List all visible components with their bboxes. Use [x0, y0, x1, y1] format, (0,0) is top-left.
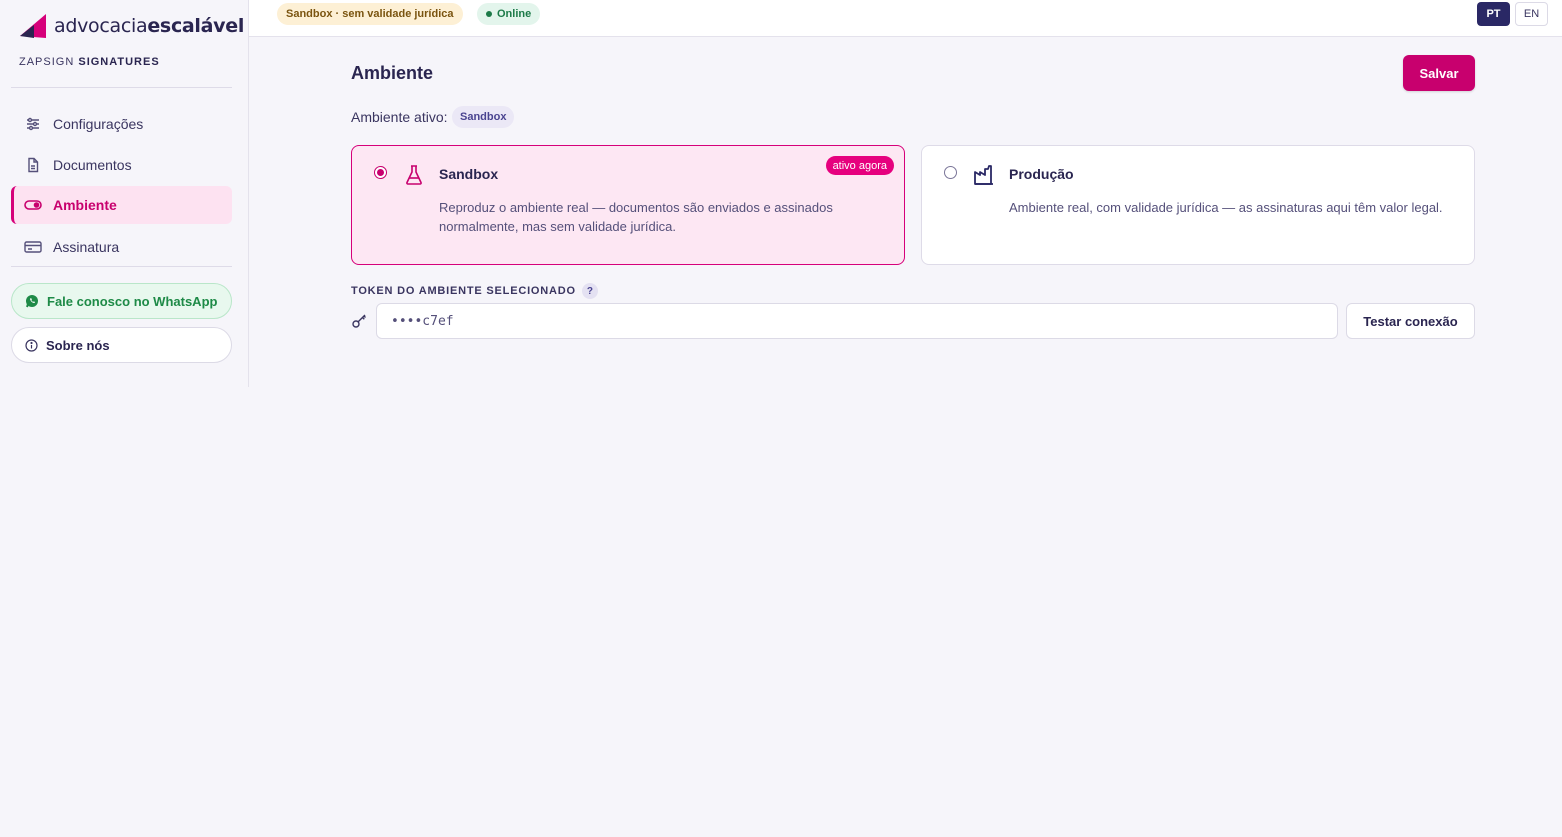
sidebar-divider: [11, 87, 232, 88]
sidebar-divider: [11, 266, 232, 267]
production-radio[interactable]: [944, 166, 957, 179]
sliders-icon: [23, 114, 43, 134]
sidebar-item-ambiente[interactable]: Ambiente: [11, 186, 232, 224]
language-pt-button[interactable]: PT: [1477, 2, 1510, 26]
sidebar-item-label: Ambiente: [53, 197, 117, 213]
status-badge: Online: [477, 3, 541, 25]
save-button[interactable]: Salvar: [1403, 55, 1475, 91]
token-label: TOKEN DO AMBIENTE SELECIONADO ?: [351, 283, 598, 299]
key-icon: [351, 312, 369, 330]
topbar: Sandbox · sem validade jurídica Online P…: [249, 0, 1562, 37]
document-icon: [23, 155, 43, 175]
whatsapp-label: Fale conosco no WhatsApp: [47, 293, 218, 309]
help-icon[interactable]: ?: [581, 283, 598, 299]
sidebar-item-documentos[interactable]: Documentos: [11, 146, 232, 184]
about-button[interactable]: Sobre nós: [11, 327, 232, 363]
sidebar-item-label: Configurações: [53, 116, 144, 132]
brand-subtitle: ZAPSIGN SIGNATURES: [19, 56, 160, 68]
toggle-icon: [23, 195, 43, 215]
environment-card-production[interactable]: Produção Ambiente real, com validade jur…: [921, 145, 1475, 265]
brand-logo[interactable]: advocaciaescalável: [18, 12, 244, 40]
status-dot-icon: [486, 11, 492, 17]
token-input[interactable]: ••••c7ef: [376, 303, 1338, 339]
info-icon: [25, 338, 38, 352]
flask-icon: [402, 163, 426, 187]
language-en-button[interactable]: EN: [1515, 2, 1548, 26]
sidebar: advocaciaescalável ZAPSIGN SIGNATURES Co…: [0, 0, 249, 387]
brand-name: advocaciaescalável: [54, 15, 245, 37]
sandbox-description: Reproduz o ambiente real — documentos sã…: [439, 200, 833, 234]
page-title: Ambiente: [351, 63, 434, 83]
status-label: Online: [497, 8, 532, 20]
active-now-badge: ativo agora: [825, 156, 894, 175]
sidebar-item-label: Assinatura: [53, 239, 120, 255]
token-label-text: TOKEN DO AMBIENTE SELECIONADO: [351, 285, 576, 297]
production-title: Produção: [1009, 166, 1074, 182]
production-description: Ambiente real, com validade jurídica — a…: [1009, 200, 1443, 215]
test-connection-button[interactable]: Testar conexão: [1346, 303, 1475, 339]
whatsapp-button[interactable]: Fale conosco no WhatsApp: [11, 283, 232, 319]
card-icon: [23, 237, 43, 257]
whatsapp-icon: [25, 294, 39, 308]
sidebar-item-label: Documentos: [53, 157, 132, 173]
sidebar-item-assinatura[interactable]: Assinatura: [11, 228, 232, 266]
active-environment-chip: Sandbox: [452, 106, 515, 128]
sidebar-item-configuracoes[interactable]: Configurações: [11, 105, 232, 143]
brand-logo-icon: [20, 14, 46, 38]
sandbox-title: Sandbox: [439, 166, 499, 182]
about-label: Sobre nós: [46, 337, 110, 353]
active-environment-label: Ambiente ativo:: [351, 109, 448, 125]
environment-badge: Sandbox · sem validade jurídica: [277, 3, 463, 25]
factory-icon: [972, 163, 996, 187]
sandbox-radio[interactable]: [374, 166, 387, 179]
environment-card-sandbox[interactable]: Sandbox Reproduz o ambiente real — docum…: [351, 145, 905, 265]
